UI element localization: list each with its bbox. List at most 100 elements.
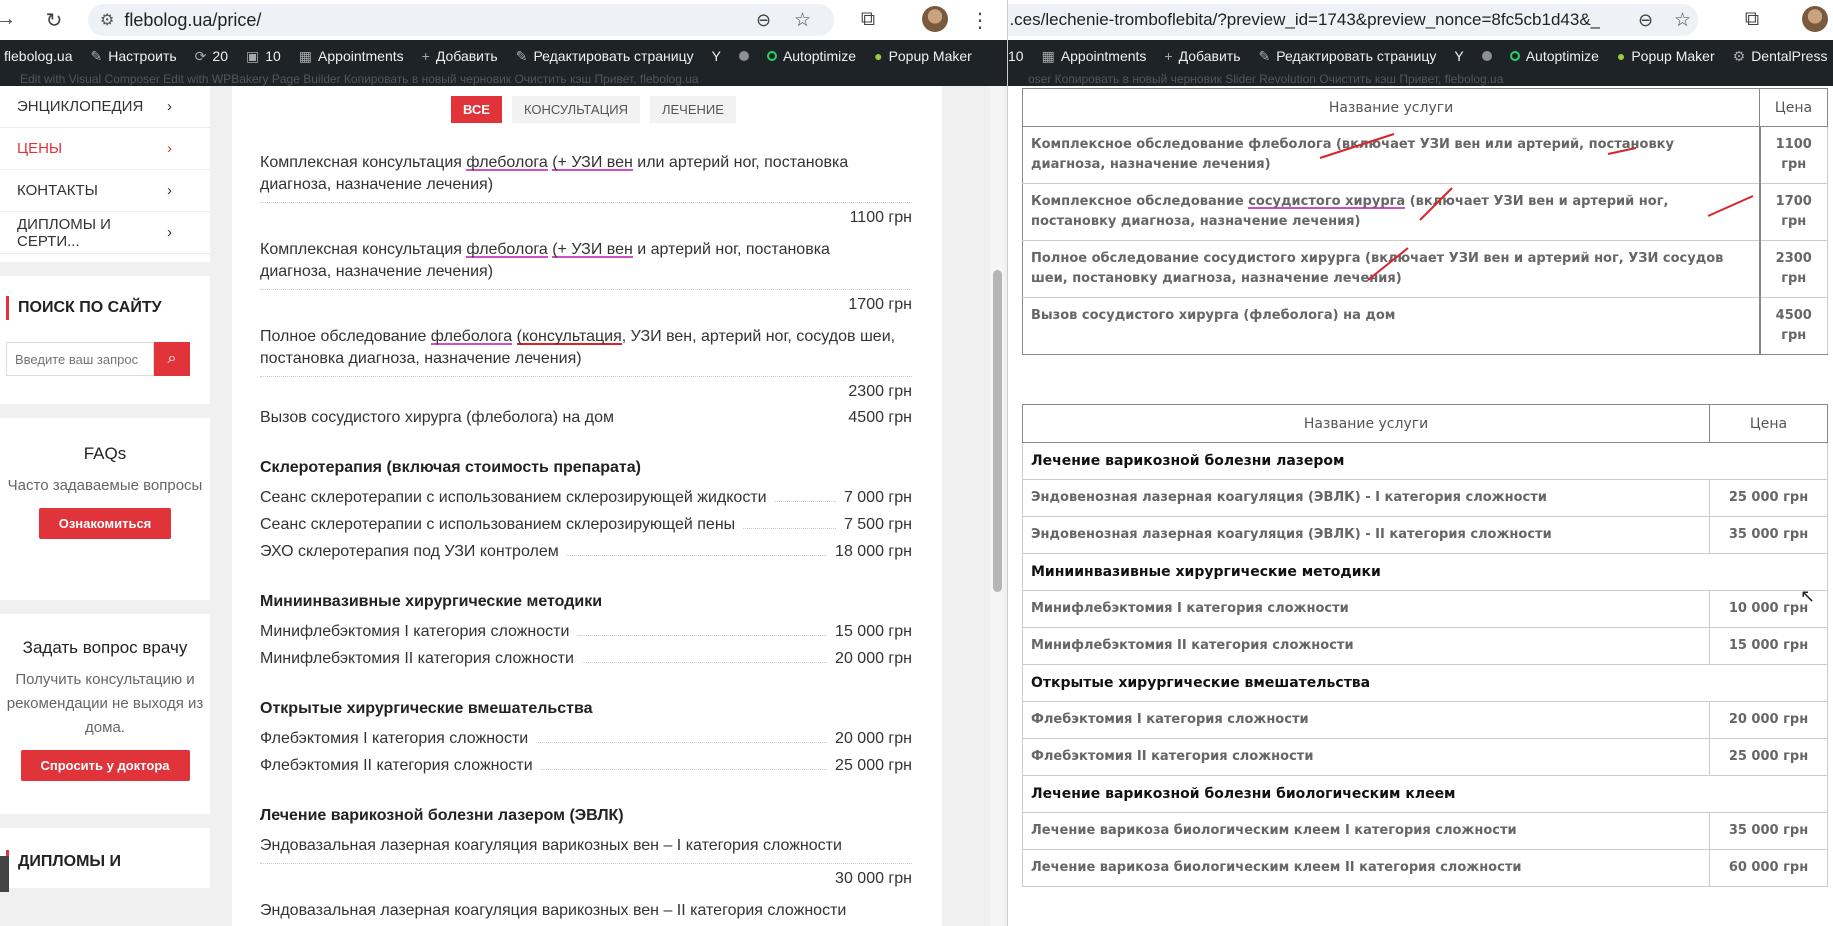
sidebar-item-encyclopedia[interactable]: ЭНЦИКЛОПЕДИЯ › [0,86,210,128]
price-list: Комплексная консультация флеболога (+ УЗ… [260,152,912,922]
price-value: 7 000 грн [843,489,912,506]
table-row: Минифлебэктомия II категория сложности 15… [1022,627,1828,665]
filter-treatment[interactable]: ЛЕЧЕНИЕ [649,96,736,123]
wp-autoptimize[interactable]: Autoptimize [1501,40,1608,72]
status-dot-icon [738,51,749,61]
price-value: 30 000 грн [260,863,912,890]
table-header-price: Цена [1759,88,1828,127]
section-title: Открытые хирургические вмешательства [260,700,593,717]
chevron-right-icon: › [167,98,172,115]
wp-yoast[interactable]: Y [1445,40,1472,72]
extensions-icon[interactable]: ⧉ [856,8,880,31]
wp-edit-page[interactable]: ✎ Редактировать страницу [507,40,703,72]
table-category-row: Миниинвазивные хирургические методики [1022,553,1828,591]
wp-dentalpress[interactable]: ⚙ DentalPress [1724,40,1833,72]
sidebar-item-contacts[interactable]: КОНТАКТЫ › [0,170,210,212]
section-title: Миниинвазивные хирургические методики [260,593,603,610]
table-row: Флебэктомия I категория сложности 20 000 … [1022,701,1828,739]
right-page: Название услуги Цена Комплексное обследо… [1008,86,1833,926]
wp-autoptimize[interactable]: Autoptimize [758,40,865,72]
table-row: Эндовенозная лазерная коагуляция (ЭВЛК) … [1022,516,1828,554]
wp-popup-maker[interactable]: ● Popup Maker [865,40,981,72]
autoptimize-icon [766,51,777,61]
page-scrollbar[interactable] [990,86,1004,926]
search-button[interactable]: ⌕ [154,342,190,376]
price-value: 20 000 грн [835,730,912,747]
price-row: Комплексная консультация флеболога (+ УЗ… [260,152,912,229]
pencil-icon: ✎ [1258,47,1271,64]
address-bar[interactable]: ⚙ flebolog.ua/price/ ⊖ ☆ [88,4,834,36]
wp-appointments[interactable]: ▦ Appointments [290,40,413,72]
filter-all[interactable]: ВСЕ [451,96,502,123]
plus-icon: + [421,48,430,64]
ask-title: Задать вопрос врачу [22,638,188,657]
wp-yoast[interactable]: Y [703,40,730,72]
search-icon: ⌕ [167,350,177,367]
diplomas-widget: ДИПЛОМЫ И [0,828,210,888]
wp-admin-bar: flebolog.ua ✎ Настроить ⟳ 20 ▣ 10 ▦ Appointm… [0,40,1007,86]
wp-site-name[interactable]: flebolog.ua [0,40,82,72]
sidebar-item-prices[interactable]: ЦЕНЫ › [0,128,210,170]
bookmark-star-icon[interactable]: ☆ [794,9,811,32]
sidebar-item-diplomas[interactable]: ДИПЛОМЫ И СЕРТИ... › [0,212,210,254]
table-row: Вызов сосудистого хирурга (флеболога) на… [1022,297,1828,355]
url-text: flebolog.ua/price/ [124,9,262,30]
profile-avatar[interactable] [922,6,948,32]
price-row: Сеанс склеротерапии с использованием скл… [260,487,912,509]
price-table-consultations: Название услуги Цена Комплексное обследо… [1022,88,1828,355]
table-row: Флебэктомия II категория сложности 25 000… [1022,738,1828,776]
scrollbar-thumb[interactable] [993,270,1002,592]
price-value: 1100 грн [260,202,912,229]
ask-doctor-button[interactable]: Спросить у доктора [20,750,190,781]
table-row: Минифлебэктомия I категория сложности 10 … [1022,590,1828,628]
wp-customize[interactable]: ✎ Настроить [82,40,186,72]
wp-admin-bar-secondary: Edit with Visual Composer Edit with WPBa… [20,72,699,86]
table-row: Полное обследование сосудистого хирурга … [1022,240,1828,298]
wp-edit-page[interactable]: ✎ Редактировать страницу [1249,40,1445,72]
wp-add-new[interactable]: + Добавить [1155,40,1249,72]
wp-admin-bar-secondary: oser Копировать в новый черновик Slider … [1028,72,1504,86]
diplomas-widget-title: ДИПЛОМЫ И [6,850,210,874]
wp-comments[interactable]: ▣ 10 [237,40,290,72]
search-input[interactable] [6,342,154,376]
reload-icon[interactable]: ↻ [42,8,66,33]
left-page: ЭНЦИКЛОПЕДИЯ › ЦЕНЫ › КОНТАКТЫ › ДИПЛОМЫ И … [0,86,1007,926]
profile-avatar[interactable] [1802,6,1828,32]
bookmark-star-icon[interactable]: ☆ [1674,9,1691,32]
popup-maker-icon: ● [1616,48,1626,64]
forward-icon[interactable]: → [0,8,18,31]
address-bar[interactable]: ...ces/lechenie-tromboflebita/?preview_i… [1008,4,1698,36]
wp-comments[interactable]: 10 [1008,40,1033,72]
zoom-icon[interactable]: ⊖ [1638,10,1653,31]
chevron-right-icon: › [167,224,172,241]
zoom-icon[interactable]: ⊖ [756,10,771,31]
price-value: 2300 грн [260,376,912,403]
wp-updates[interactable]: ⟳ 20 [186,40,237,72]
wp-popup-maker[interactable]: ● Popup Maker [1608,40,1724,72]
filter-tabs: ВСЕ КОНСУЛЬТАЦИЯ ЛЕЧЕНИЕ [451,96,736,123]
side-tab-handle[interactable] [0,856,9,892]
price-value: 4500 грн [848,409,912,426]
price-row: Флебэктомия I категория сложности 20 000 … [260,728,912,750]
site-info-icon[interactable]: ⚙ [100,10,114,30]
faq-text: Часто задаваемые вопросы [7,477,203,494]
extensions-icon[interactable]: ⧉ [1740,8,1764,31]
section-title: Лечение варикозной болезни лазером (ЭВЛК… [260,807,624,824]
wp-status-dot [730,40,758,72]
menu-kebab-icon[interactable]: ⋮ [968,8,992,33]
wp-appointments[interactable]: ▦ Appointments [1033,40,1156,72]
ask-text: Получить консультацию и рекомендации не … [6,671,204,736]
filter-consultation[interactable]: КОНСУЛЬТАЦИЯ [511,96,640,123]
faq-widget: FAQs Часто задаваемые вопросы Ознакомить… [0,418,210,600]
search-widget: ПОИСК ПО САЙТУ ⌕ [0,276,210,404]
faq-button[interactable]: Ознакомиться [38,508,172,539]
status-dot-icon [1481,51,1492,61]
url-text: ...ces/lechenie-tromboflebita/?preview_i… [1008,10,1600,29]
price-value: 7 500 грн [843,516,912,533]
chevron-right-icon: › [167,140,172,157]
calendar-icon: ▦ [298,47,313,64]
table-row: Лечение варикоза биологическим клеем I к… [1022,812,1828,850]
price-table-treatments: Название услуги Цена Лечение варикозной … [1022,404,1828,887]
wp-add-new[interactable]: + Добавить [413,40,507,72]
brush-icon: ✎ [90,47,103,64]
